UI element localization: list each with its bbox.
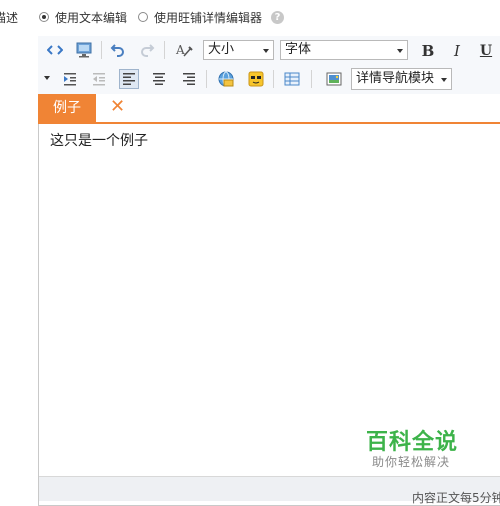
align-left-icon[interactable]: [119, 69, 139, 89]
font-family-dropdown[interactable]: 字体: [280, 40, 408, 60]
font-family-value: 字体: [285, 42, 312, 57]
watermark-logo-text: 百科全说: [366, 430, 459, 455]
preview-monitor-icon[interactable]: [74, 40, 94, 60]
more-caret-icon[interactable]: [44, 76, 50, 80]
outdent-icon[interactable]: [89, 69, 109, 89]
chevron-down-icon: [397, 49, 403, 53]
svg-text:A: A: [175, 43, 185, 57]
tab-example[interactable]: 例子: [38, 94, 96, 122]
detail-nav-dropdown[interactable]: 详情导航模块: [351, 68, 452, 90]
italic-button[interactable]: I: [447, 41, 467, 61]
format-painter-icon[interactable]: A: [174, 40, 194, 60]
underline-button[interactable]: U: [476, 41, 496, 61]
detail-nav-label: 详情导航模块: [356, 71, 435, 86]
editor-tab-strip: [38, 94, 500, 124]
autosave-status-text: 内容正文每5分钟: [412, 491, 500, 505]
align-right-icon[interactable]: [179, 69, 199, 89]
toolbar-separator: [206, 70, 207, 88]
description-label: 描述: [0, 11, 19, 25]
chevron-down-icon: [441, 78, 447, 82]
radio-shop-editor[interactable]: [138, 12, 148, 22]
radio-shop-editor-label[interactable]: 使用旺铺详情编辑器: [154, 9, 262, 26]
font-size-value: 大小: [208, 42, 235, 57]
insert-table-icon[interactable]: [282, 69, 302, 89]
radio-text-editor-label[interactable]: 使用文本编辑: [55, 9, 127, 26]
toolbar-separator: [273, 70, 274, 88]
toolbar-separator: [164, 41, 165, 59]
align-center-icon[interactable]: [149, 69, 169, 89]
close-tab-icon[interactable]: ✕: [110, 96, 125, 118]
toolbar-separator: [311, 70, 312, 88]
watermark-subtitle: 助你轻松解决: [372, 455, 451, 469]
source-code-icon[interactable]: [45, 40, 65, 60]
insert-image-icon[interactable]: [324, 69, 344, 89]
radio-text-editor[interactable]: [39, 12, 49, 22]
indent-icon[interactable]: [60, 69, 80, 89]
redo-icon[interactable]: [137, 40, 157, 60]
editor-content[interactable]: 这只是一个例子: [50, 130, 148, 150]
undo-icon[interactable]: [108, 40, 128, 60]
emoticon-icon[interactable]: [246, 69, 266, 89]
font-size-dropdown[interactable]: 大小: [203, 40, 274, 60]
toolbar-separator: [101, 41, 102, 59]
bold-button[interactable]: B: [418, 41, 438, 61]
insert-link-globe-icon[interactable]: [216, 69, 236, 89]
help-icon[interactable]: ?: [271, 11, 284, 24]
chevron-down-icon: [263, 49, 269, 53]
